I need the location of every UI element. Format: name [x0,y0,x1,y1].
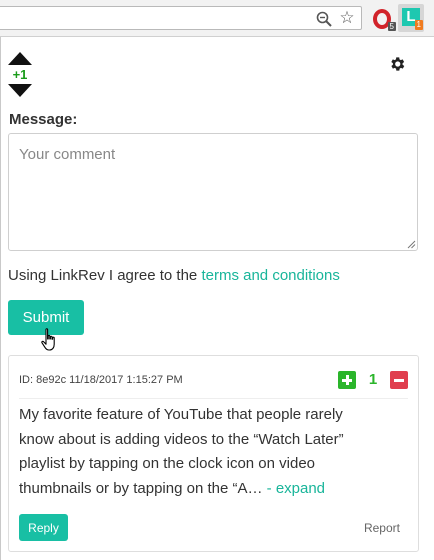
gear-icon[interactable] [388,55,406,73]
hand-cursor-icon [41,328,55,351]
address-bar[interactable]: ☆ [0,6,362,30]
resize-grip-icon[interactable] [406,239,416,249]
opera-extension-badge: 5 [387,22,396,31]
upvote-arrow-icon[interactable] [8,52,32,65]
terms-text: Using LinkRev I agree to the [8,267,202,284]
reply-button[interactable]: Reply [19,514,68,541]
page-vote: +1 [8,52,32,97]
linkrev-popup: +1 Message: Using LinkRev I agree to the… [0,37,434,560]
comment-downvote-icon[interactable] [390,371,408,389]
comment-input[interactable] [8,133,418,251]
terms-link[interactable]: terms and conditions [201,267,339,284]
browser-toolbar: ☆ 5 L 1 [0,0,434,37]
star-icon[interactable]: ☆ [338,9,356,27]
report-link[interactable]: Report [364,521,400,535]
comment-body: My favorite feature of YouTube that peop… [19,403,379,501]
card-divider [19,398,408,399]
comment-vote-row: 1 [338,371,408,389]
downvote-arrow-icon[interactable] [8,84,32,97]
terms-notice: Using LinkRev I agree to the terms and c… [8,267,340,284]
comment-upvote-icon[interactable] [338,371,356,389]
opera-extension-button[interactable]: 5 [372,8,396,31]
linkrev-extension-badge: 1 [414,20,423,30]
comment-card: ID: 8e92c 11/18/2017 1:15:27 PM 1 My fav… [8,355,419,552]
comment-vote-count: 1 [368,371,378,388]
page-score: +1 [12,67,28,82]
expand-link[interactable]: - expand [262,480,325,497]
message-label: Message: [9,111,78,128]
comment-meta: ID: 8e92c 11/18/2017 1:15:27 PM [19,374,183,386]
linkrev-extension-button[interactable]: L 1 [398,4,424,32]
zoom-icon[interactable] [315,10,333,28]
